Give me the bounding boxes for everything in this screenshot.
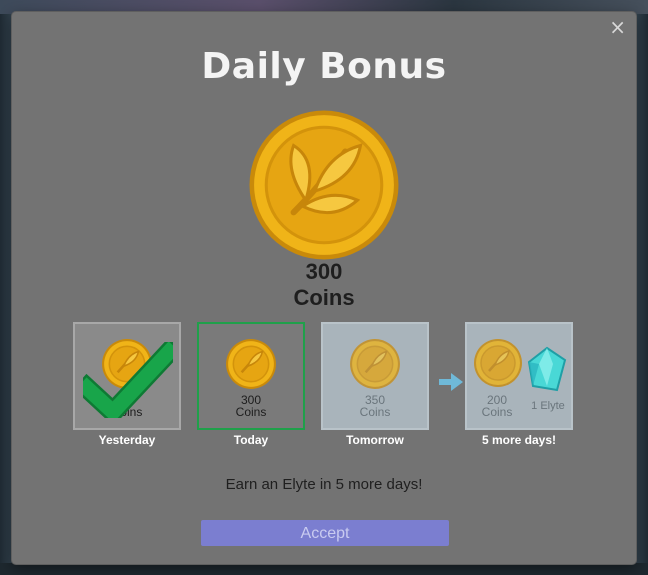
coin-icon: [249, 110, 399, 260]
close-icon[interactable]: ×: [609, 16, 626, 38]
reward-amount-value: 300: [305, 259, 343, 284]
game-background-bottom: [0, 563, 648, 575]
arrow-right-icon: [439, 373, 463, 391]
extra-reward: 1 Elyte: [531, 400, 565, 412]
day-card-today: 300 Coins: [197, 322, 305, 430]
day-label-today: Today: [233, 433, 269, 447]
day-label-milestone: 5 more days!: [481, 433, 557, 447]
day-label-tomorrow: Tomorrow: [346, 433, 404, 447]
elyte-gem-icon: [527, 346, 567, 392]
coin-icon: [350, 339, 400, 389]
dialog-title: Daily Bonus: [201, 46, 447, 87]
reward-amount: 300 Coins: [12, 259, 636, 311]
day-unit: Coins: [481, 405, 513, 419]
reward-amount-unit: Coins: [293, 285, 355, 310]
day-card-milestone: 200 Coins 1 Elyte: [465, 322, 573, 430]
accept-button[interactable]: Accept: [201, 520, 449, 546]
info-message: Earn an Elyte in 5 more days!: [225, 476, 423, 493]
day-label-yesterday: Yesterday: [98, 433, 156, 447]
day-card-tomorrow: 350 Coins: [321, 322, 429, 430]
day-unit: Coins: [359, 405, 391, 419]
day-card-yesterday: 50 Coins: [73, 322, 181, 430]
coin-icon: [226, 339, 276, 389]
day-unit: Coins: [235, 405, 267, 419]
daily-bonus-dialog: × Daily Bonus 300 Coins 50 Coins Yesterd…: [12, 12, 636, 564]
checkmark-icon: [83, 342, 173, 418]
coin-icon: [474, 339, 522, 387]
